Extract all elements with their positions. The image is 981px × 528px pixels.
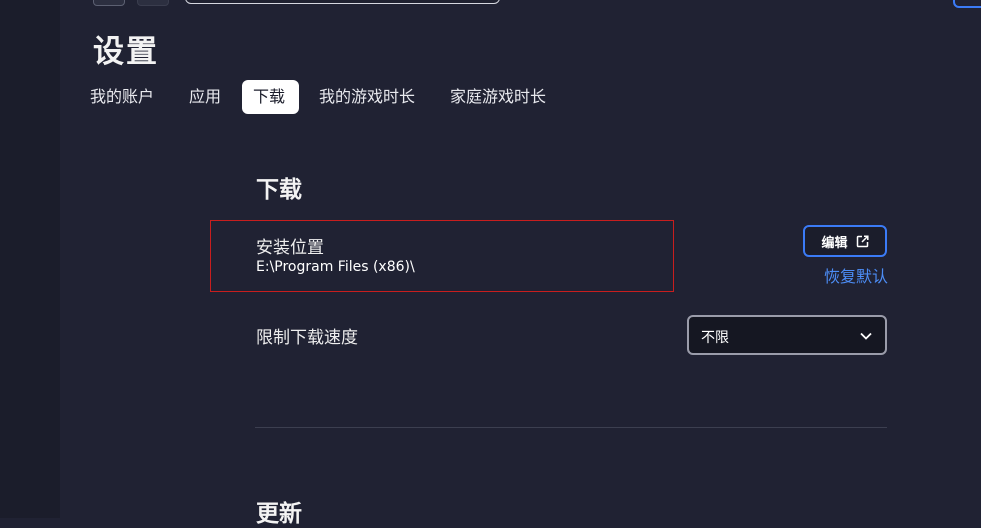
left-rail: [0, 0, 60, 518]
section-divider: [255, 427, 887, 428]
forward-button[interactable]: [137, 0, 169, 6]
speed-limit-label: 限制下载速度: [256, 328, 358, 348]
tab-apps[interactable]: 应用: [181, 80, 229, 114]
edit-button-label: 编辑: [821, 235, 848, 251]
edit-install-location-button[interactable]: 编辑: [803, 225, 887, 257]
speed-limit-select[interactable]: 不限: [687, 315, 887, 355]
tab-my-playtime[interactable]: 我的游戏时长: [311, 80, 423, 114]
search-input[interactable]: [185, 0, 500, 4]
page-title: 设置: [93, 34, 159, 70]
tab-my-account[interactable]: 我的账户: [82, 80, 162, 114]
external-link-icon: [856, 234, 869, 247]
install-location-label: 安装位置: [256, 238, 324, 258]
tab-family-playtime[interactable]: 家庭游戏时长: [442, 80, 554, 114]
reset-default-link[interactable]: 恢复默认: [824, 263, 888, 287]
install-location-path: E:\Program Files (x86)\: [256, 259, 415, 275]
top-right-button[interactable]: [953, 0, 981, 8]
updates-section-title: 更新: [256, 500, 302, 527]
chevron-down-icon: [860, 332, 872, 340]
tab-downloads[interactable]: 下载: [242, 80, 299, 114]
speed-limit-value: 不限: [701, 330, 729, 346]
back-button[interactable]: [93, 0, 125, 6]
downloads-section-title: 下载: [256, 176, 302, 203]
